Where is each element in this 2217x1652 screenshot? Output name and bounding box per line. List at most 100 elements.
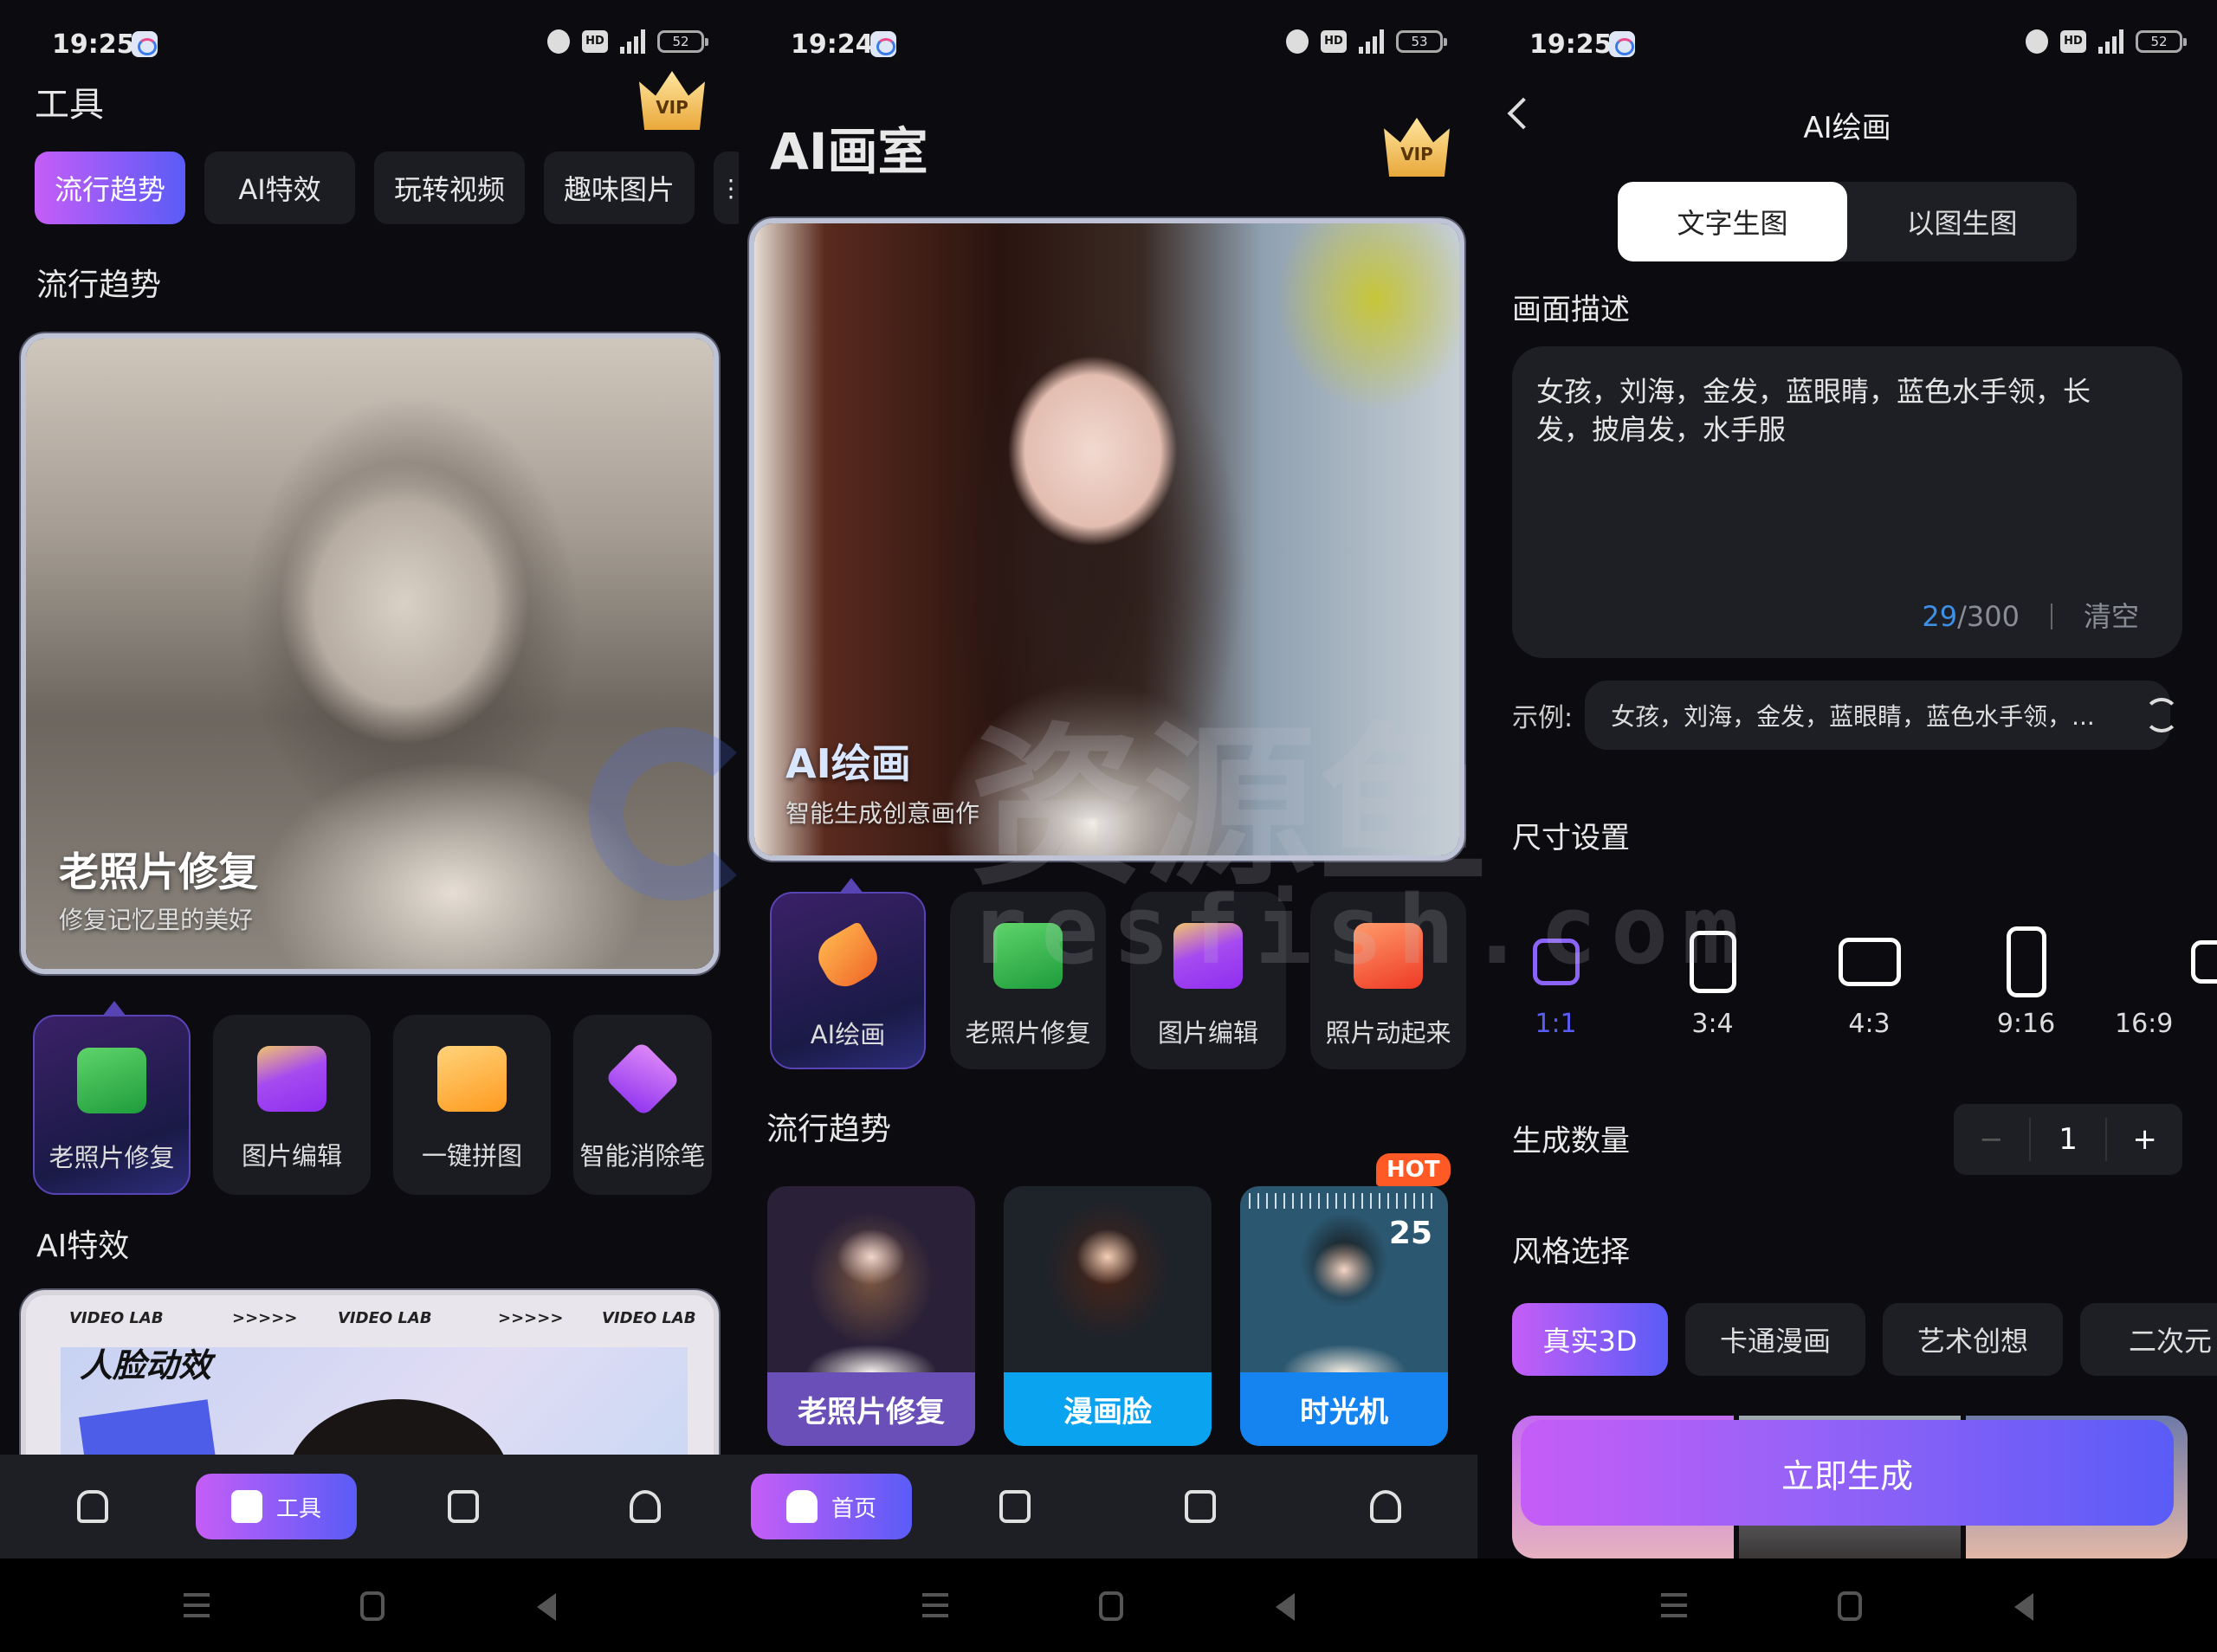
user-icon [630,1490,661,1523]
vip-button[interactable]: VIP [1384,118,1450,177]
style-real-3d[interactable]: 真实3D [1512,1303,1668,1376]
signal-icon [1359,29,1384,54]
mode-image-to-image[interactable]: 以图生图 [1847,182,2077,261]
bottom-nav: 工具 [0,1455,739,1558]
example-row: 示例: 女孩，刘海，金发，蓝眼睛，蓝色水手领，... [1512,681,2170,750]
nav-tools[interactable]: 工具 [196,1474,357,1539]
toolbox-icon [999,1490,1031,1523]
vip-button[interactable]: VIP [639,71,705,130]
effect-card-face-animate[interactable]: VIDEO LAB >>>>> VIDEO LAB >>>>> VIDEO LA… [21,1290,719,1481]
edit-pen-icon [1173,923,1243,989]
status-time: 19:25 [1529,29,1613,60]
tool-photo-edit[interactable]: 图片编辑 [1130,892,1286,1069]
prompt-textarea[interactable]: 女孩，刘海，金发，蓝眼睛，蓝色水手领，长发，披肩发，水手服 29/300 清空 [1512,346,2182,658]
hot-badge: HOT [1376,1153,1451,1186]
status-bar: 19:24 HD 53 [739,24,1477,64]
example-prompt[interactable]: 女孩，刘海，金发，蓝眼睛，蓝色水手领，... [1585,681,2170,750]
style-art[interactable]: 艺术创想 [1883,1303,2063,1376]
tab-video[interactable]: 玩转视频 [374,152,525,224]
section-title-trending: 流行趋势 [36,268,162,303]
battery-icon: 53 [1396,30,1447,53]
nav-files[interactable] [442,1474,485,1539]
banner-text: VIDEO LAB [69,1309,164,1327]
nav-profile[interactable] [624,1474,667,1539]
tools-screen: 19:25 HD 52 工具 VIP 流行趋势 AI特效 玩转视频 趣味图片 ⋮… [0,0,739,1652]
section-title-ai-effects: AI特效 [36,1229,130,1264]
increment-button[interactable]: + [2107,1122,2182,1157]
style-selector: 真实3D 卡通漫画 艺术创想 二次元 [1512,1303,2217,1376]
nav-files[interactable] [1179,1474,1222,1539]
refresh-icon[interactable] [2144,698,2179,732]
section-title-style: 风格选择 [1512,1235,1630,1269]
example-label: 示例: [1512,703,1574,733]
hero-card-ai-paint[interactable]: AI绘画 智能生成创意画作 [749,218,1464,861]
ratio-1-1[interactable]: 1:1 [1477,913,1634,1039]
style-anime[interactable]: 二次元 [2080,1303,2217,1376]
tool-old-photo-repair[interactable]: 老照片修复 [33,1001,191,1195]
tool-photo-edit[interactable]: 图片编辑 [213,1015,371,1195]
system-back-icon[interactable] [1276,1593,1295,1621]
trend-card-time-machine[interactable]: 25 时光机 [1240,1186,1448,1446]
style-cartoon[interactable]: 卡通漫画 [1685,1303,1865,1376]
clear-button[interactable]: 清空 [2084,597,2139,636]
ratio-4-3[interactable]: 4:3 [1791,913,1948,1039]
status-bar: 19:25 HD 52 [0,24,739,64]
hd-icon: HD [582,30,608,53]
alarm-icon [2026,29,2048,54]
tool-ai-paint[interactable]: AI绘画 [770,878,926,1069]
tab-fun-images[interactable]: 趣味图片 [544,152,695,224]
banner-text: VIDEO LAB [338,1309,432,1327]
status-time: 19:25 [52,29,135,60]
tool-old-photo-repair[interactable]: 老照片修复 [950,892,1106,1069]
trend-label: 漫画脸 [1004,1372,1212,1446]
trend-card-old-photo[interactable]: 老照片修复 [767,1186,975,1446]
nav-profile[interactable] [1364,1474,1407,1539]
nav-tools[interactable] [993,1474,1037,1539]
generate-button[interactable]: 立即生成 [1521,1420,2174,1526]
home-icon [785,1490,818,1523]
category-tabs: 流行趋势 AI特效 玩转视频 趣味图片 ⋮ [35,152,739,224]
trend-label: 时光机 [1240,1372,1448,1446]
system-home-icon[interactable] [1099,1591,1123,1621]
bottom-nav: 首页 [739,1455,1477,1558]
system-back-icon[interactable] [537,1593,556,1621]
tool-animate-photo[interactable]: 照片动起来 [1310,892,1466,1069]
hd-icon: HD [2060,30,2086,53]
system-home-icon[interactable] [1838,1591,1862,1621]
status-bar: 19:25 HD 52 [1477,24,2217,64]
recent-apps-icon[interactable] [922,1593,948,1617]
more-vertical-icon[interactable]: ⋮ [714,152,739,224]
nav-home[interactable]: 首页 [751,1474,912,1539]
banner-arrows: >>>>> [498,1309,564,1327]
hero-card-old-photo[interactable]: 老照片修复 修复记忆里的美好 [21,333,719,974]
system-back-icon[interactable] [2014,1593,2033,1621]
mode-text-to-image[interactable]: 文字生图 [1618,182,1847,261]
nav-home[interactable] [71,1474,114,1539]
folder-icon [448,1490,479,1523]
tool-grid: AI绘画 老照片修复 图片编辑 照片动起来 [770,878,1466,1069]
signal-icon [2098,29,2123,54]
battery-icon: 52 [657,30,708,53]
ratio-9-16[interactable]: 9:16 [1948,913,2104,1039]
char-count: 29 [1922,600,1958,633]
ratio-3-4[interactable]: 3:4 [1634,913,1791,1039]
trend-card-cartoon-face[interactable]: 漫画脸 [1004,1186,1212,1446]
page-title: 工具 [35,85,104,125]
app-notification-icon [1609,31,1635,57]
tool-collage[interactable]: 一键拼图 [393,1015,551,1195]
tab-trending[interactable]: 流行趋势 [35,152,185,224]
system-home-icon[interactable] [360,1591,385,1621]
tab-ai-effects[interactable]: AI特效 [204,152,355,224]
quantity-value: 1 [2059,1122,2078,1157]
char-counter: 29/300 清空 [1922,597,2139,636]
folder-icon [1185,1490,1216,1523]
decrement-button[interactable]: − [1954,1122,2029,1157]
recent-apps-icon[interactable] [184,1593,210,1617]
tool-grid: 老照片修复 图片编辑 一键拼图 智能消除笔 [33,1001,712,1195]
section-title-description: 画面描述 [1512,293,1630,327]
alarm-icon [547,29,570,54]
recent-apps-icon[interactable] [1661,1593,1687,1617]
tool-smart-eraser[interactable]: 智能消除笔 [573,1015,712,1195]
ratio-16-9[interactable]: 16:9 [2104,913,2217,1039]
system-nav [1477,1558,2217,1652]
